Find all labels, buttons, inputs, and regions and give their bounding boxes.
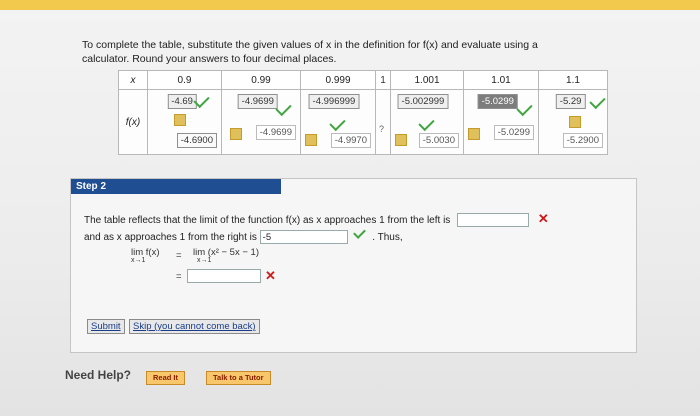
x-value: 0.99: [221, 70, 301, 90]
need-help-label: Need Help?: [65, 368, 132, 382]
check-icon: [589, 92, 606, 110]
thus-text: . Thus,: [372, 232, 403, 243]
x-value: 0.999: [300, 70, 376, 90]
instructions: To complete the table, substitute the gi…: [82, 38, 602, 66]
undefined-mark: ?: [379, 124, 385, 134]
answer-input[interactable]: -5.002999: [397, 94, 449, 109]
pencil-icon: [395, 134, 407, 146]
check-icon: [353, 226, 367, 239]
fx-header: f(x): [118, 89, 148, 155]
answer-input[interactable]: -5.29: [555, 94, 586, 109]
check-icon: [329, 114, 346, 132]
step-label: Step 2: [71, 179, 281, 194]
limit-left-text: The table reflects that the limit of the…: [84, 215, 451, 226]
rounded-answer: -5.0299: [493, 125, 534, 140]
left-limit-input[interactable]: [457, 213, 530, 228]
answer-input[interactable]: -5.0299: [477, 94, 518, 109]
instructions-line-2: calculator. Round your answers to four d…: [82, 53, 337, 65]
check-icon: [516, 99, 533, 117]
limit-right-text: and as x approaches 1 from the right is: [84, 232, 257, 243]
x-value: 1.1: [538, 70, 608, 90]
equals-sign: =: [176, 271, 182, 282]
values-table: x 0.9 0.99 0.999 1 1.001 1.01 1.1 f(x) -…: [118, 70, 608, 155]
pencil-icon: [569, 116, 581, 128]
rounded-answer: -5.0030: [418, 133, 459, 148]
incorrect-icon: ✕: [265, 268, 276, 283]
x-header: x: [118, 70, 148, 90]
skip-button[interactable]: Skip (you cannot come back): [129, 319, 260, 334]
check-icon: [418, 114, 435, 132]
answer-input[interactable]: -4.9699: [237, 94, 278, 109]
answer-input[interactable]: -4.996999: [308, 94, 360, 109]
x-value: 0.9: [147, 70, 222, 90]
right-limit-input[interactable]: -5: [259, 230, 348, 245]
equals-sign: =: [176, 250, 182, 261]
rounded-answer: -5.2900: [562, 133, 603, 148]
worksheet-page: To complete the table, substitute the gi…: [0, 10, 700, 416]
read-it-button[interactable]: Read It: [146, 371, 186, 385]
rounded-answer: -4.6900: [176, 133, 217, 148]
pencil-icon: [305, 134, 317, 146]
pencil-icon: [468, 128, 480, 140]
limit-subscript: x→1: [197, 257, 212, 264]
x-value: 1: [375, 70, 391, 90]
x-value: 1.001: [390, 70, 464, 90]
submit-button[interactable]: Submit: [87, 319, 125, 334]
step-2-panel: Step 2 The table reflects that the limit…: [70, 178, 637, 353]
x-value: 1.01: [463, 70, 539, 90]
incorrect-icon: ✕: [537, 211, 549, 226]
pencil-icon: [230, 128, 242, 140]
instructions-line-1: To complete the table, substitute the gi…: [82, 39, 538, 51]
step-2-text: The table reflects that the limit of the…: [84, 212, 584, 245]
pencil-icon: [174, 114, 186, 126]
rounded-answer: -4.9970: [330, 133, 371, 148]
rounded-answer: -4.9699: [255, 125, 296, 140]
limit-answer-input[interactable]: [187, 269, 261, 283]
talk-to-tutor-button[interactable]: Talk to a Tutor: [206, 371, 271, 385]
limit-subscript: x→1: [131, 257, 146, 264]
